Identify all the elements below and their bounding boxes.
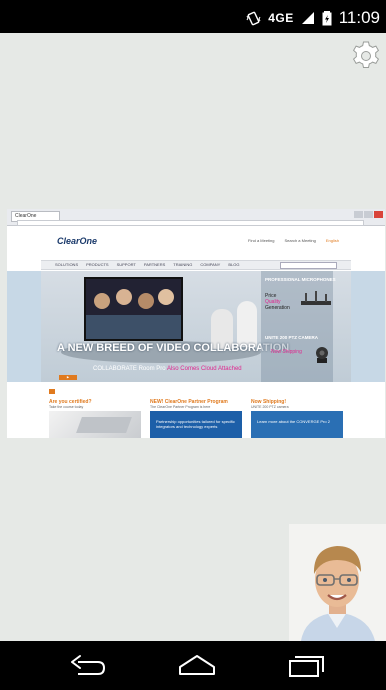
hero-band: A NEW BREED OF VIDEO COLLABORATION COLLA… xyxy=(7,271,385,382)
home-icon[interactable] xyxy=(177,653,217,677)
microphone-product-image xyxy=(301,291,331,305)
card-subtitle: Take the course today xyxy=(49,405,84,409)
home-breadcrumb-icon[interactable] xyxy=(49,389,55,395)
nav-item[interactable]: COMPANY xyxy=(200,262,220,267)
language-link[interactable]: English xyxy=(326,238,339,243)
top-link[interactable]: Search a Meeting xyxy=(285,238,316,243)
card-subtitle: The ClearOne Partner Program is here xyxy=(150,405,211,409)
gear-icon[interactable] xyxy=(350,38,382,70)
hero-tagline: Also Comes Cloud Attached xyxy=(166,366,242,372)
nav-item[interactable]: TRAINING xyxy=(173,262,192,267)
top-links: Find a Meeting Search a Meeting English xyxy=(248,238,339,243)
hero-banner[interactable]: A NEW BREED OF VIDEO COLLABORATION COLLA… xyxy=(41,271,351,382)
side-panel-item: Generation xyxy=(265,305,290,311)
vibrate-icon xyxy=(246,11,261,25)
camera-link[interactable]: Now Shipping xyxy=(271,349,302,355)
signal-icon xyxy=(301,12,314,24)
site-search-input[interactable] xyxy=(280,262,337,269)
close-icon[interactable] xyxy=(374,211,383,218)
side-promo-panel: PROFESSIONAL MICROPHONES Price Quality G… xyxy=(261,271,336,382)
camera-panel-title: UNITE 200 PTZ CAMERA xyxy=(265,335,319,340)
promo-card[interactable]: Now Shipping! UNITE 200 PTZ camera Learn… xyxy=(249,399,345,438)
hero-product-suffix: Room Pro xyxy=(138,366,166,372)
network-type: 4GE xyxy=(268,11,294,25)
hero-subtitle: COLLABORATE Room Pro Also Comes Cloud At… xyxy=(93,366,242,372)
recents-icon[interactable] xyxy=(286,653,326,677)
status-bar: 4GE 11:09 xyxy=(0,0,386,33)
minimize-icon[interactable] xyxy=(354,211,363,218)
nav-item[interactable]: PARTNERS xyxy=(144,262,165,267)
card-caption: Partnership opportunities tailored for s… xyxy=(156,419,235,429)
battery-icon xyxy=(322,11,332,26)
nav-item[interactable]: SUPPORT xyxy=(117,262,136,267)
nav-item[interactable]: BLOG xyxy=(228,262,239,267)
video-wall-image xyxy=(84,277,183,341)
maximize-icon[interactable] xyxy=(364,211,373,218)
top-link[interactable]: Find a Meeting xyxy=(248,238,274,243)
camera-product-image xyxy=(316,347,328,363)
product-image: Learn more about the CONVERGE Pro 2 xyxy=(251,411,343,438)
shared-screen-view[interactable]: ClearOne ClearOne Find a Meeting Search … xyxy=(7,209,385,438)
nav-item[interactable]: PRODUCTS xyxy=(86,262,108,267)
side-panel-list: Price Quality Generation xyxy=(265,293,290,311)
hero-product: COLLABORATE xyxy=(93,366,137,372)
promo-card[interactable]: NEW! ClearOne Partner Program The ClearO… xyxy=(148,399,244,438)
breadcrumb xyxy=(49,389,57,395)
nav-item[interactable]: SOLUTIONS xyxy=(55,262,78,267)
partner-program-image: Partnership opportunities tailored for s… xyxy=(150,411,242,438)
promo-card[interactable]: Are you certified? Take the course today xyxy=(47,399,143,438)
self-video-preview[interactable] xyxy=(289,524,386,641)
keyboard-image xyxy=(49,411,141,438)
card-caption: Learn more about the CONVERGE Pro 2 xyxy=(257,419,330,424)
clock-time: 11:09 xyxy=(338,8,380,27)
browser-chrome: ClearOne xyxy=(7,209,385,226)
participant-face-image xyxy=(289,524,386,641)
side-panel-title: PROFESSIONAL MICROPHONES xyxy=(265,277,336,282)
back-icon[interactable] xyxy=(68,653,108,677)
person-image xyxy=(237,301,257,347)
hero-button[interactable]: ▶ xyxy=(59,375,77,380)
site-nav: SOLUTIONS PRODUCTS SUPPORT PARTNERS TRAI… xyxy=(41,260,351,270)
clearone-logo[interactable]: ClearOne xyxy=(57,236,97,246)
clearone-website: ClearOne Find a Meeting Search a Meeting… xyxy=(7,226,385,438)
card-subtitle: UNITE 200 PTZ camera xyxy=(251,405,289,409)
navigation-bar xyxy=(0,641,386,690)
window-controls xyxy=(354,211,383,218)
